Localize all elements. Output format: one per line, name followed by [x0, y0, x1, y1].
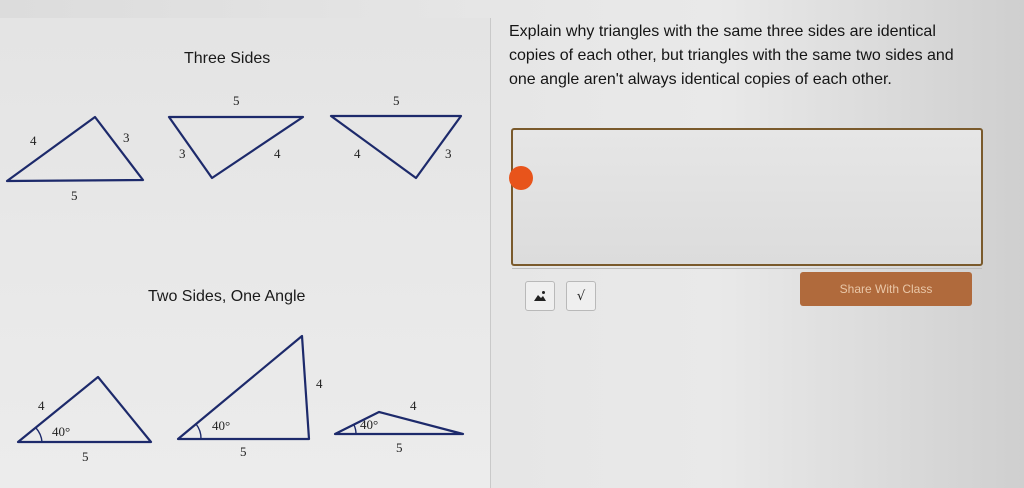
triangles-diagram: 4 3 5 5 3 4 5 4 3 4 40° 5 4 40° 5 4 40° … — [5, 93, 465, 464]
tri1-right-label: 3 — [123, 130, 130, 145]
tri3-right-label: 3 — [445, 146, 452, 161]
insert-image-button[interactable] — [525, 281, 555, 311]
two-sides-triangle-1: 4 40° 5 — [16, 375, 153, 464]
tri4-base-label: 5 — [82, 449, 89, 464]
tri3-left-label: 4 — [354, 146, 361, 161]
two-sides-triangle-2: 4 40° 5 — [176, 334, 323, 459]
insert-math-button[interactable]: √ — [566, 281, 596, 311]
tri5-base-label: 5 — [240, 444, 247, 459]
tri1-bottom-label: 5 — [71, 188, 78, 203]
share-with-class-button[interactable]: Share With Class — [800, 272, 972, 306]
tri3-top-label: 5 — [393, 93, 400, 108]
three-sides-triangle-2: 5 3 4 — [167, 93, 305, 180]
three-sides-triangle-3: 5 4 3 — [329, 93, 463, 180]
tri6-angle-label: 40° — [360, 417, 378, 432]
three-sides-triangle-1: 4 3 5 — [5, 115, 145, 203]
tri1-left-label: 4 — [30, 133, 37, 148]
cursor-handle[interactable] — [509, 166, 533, 190]
tri4-angle-label: 40° — [52, 424, 70, 439]
tri2-left-label: 3 — [179, 146, 186, 161]
answer-input[interactable] — [511, 128, 983, 266]
tri5-side-label: 4 — [316, 376, 323, 391]
image-icon — [534, 291, 546, 301]
question-text: Explain why triangles with the same thre… — [509, 23, 954, 88]
tri2-top-label: 5 — [233, 93, 240, 108]
tri2-right-label: 4 — [274, 146, 281, 161]
tri5-angle-label: 40° — [212, 418, 230, 433]
tri4-side-label: 4 — [38, 398, 45, 413]
sqrt-icon: √ — [576, 288, 586, 304]
tri6-side-label: 4 — [410, 398, 417, 413]
tri6-base-label: 5 — [396, 440, 403, 455]
two-sides-triangle-3: 4 40° 5 — [333, 398, 465, 455]
